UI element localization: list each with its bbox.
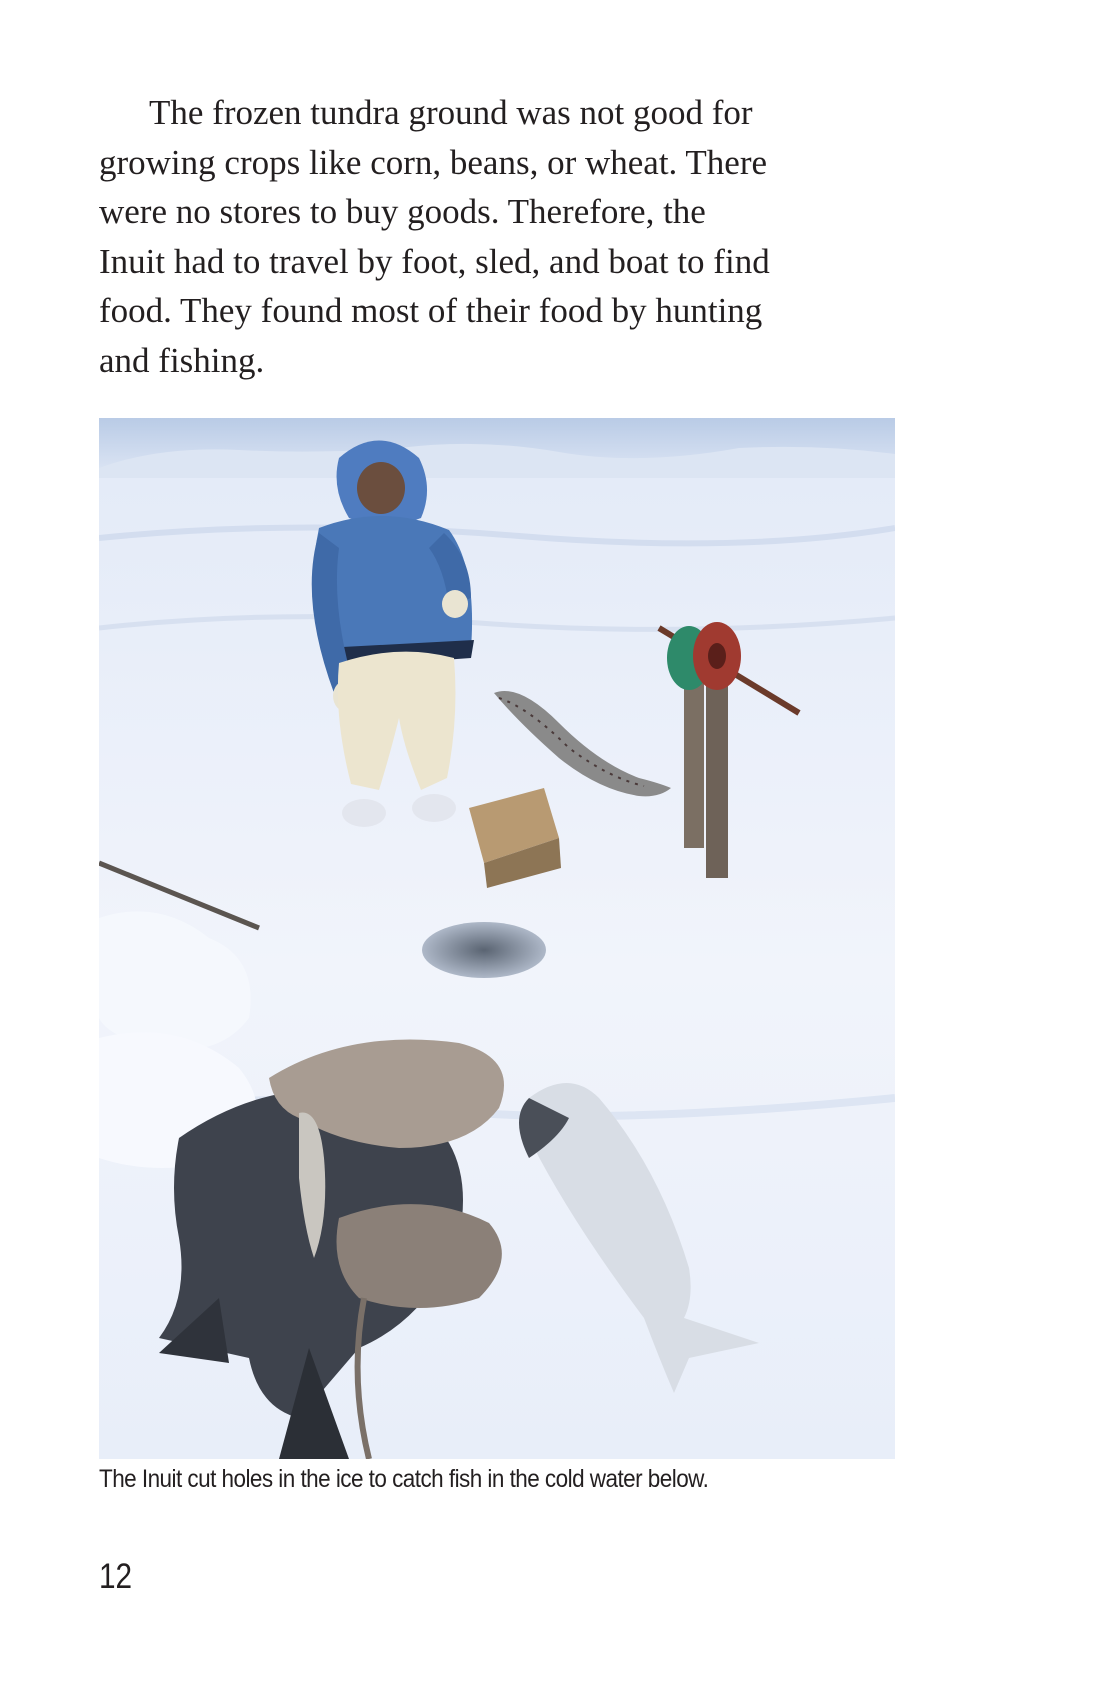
body-line: and fishing.	[99, 340, 265, 380]
body-line: growing crops like corn, beans, or wheat…	[99, 142, 768, 182]
ice-hole	[422, 922, 546, 978]
body-line: The frozen tundra ground was not good fo…	[149, 93, 753, 132]
ice-fishing-illustration	[99, 418, 895, 1459]
book-page: The frozen tundra ground was not good fo…	[0, 0, 1100, 1700]
page-number: 12	[99, 1557, 133, 1596]
body-line: were no stores to buy goods. Therefore, …	[99, 192, 706, 232]
body-line: Inuit had to travel by foot, sled, and b…	[99, 241, 770, 281]
photo-caption: The Inuit cut holes in the ice to catch …	[99, 1465, 709, 1493]
body-paragraph: The frozen tundra ground was not good fo…	[99, 88, 919, 386]
ice-fishing-photo	[99, 418, 895, 1459]
skate-ray	[336, 1204, 502, 1308]
body-line: food. They found most of their food by h…	[99, 291, 763, 331]
